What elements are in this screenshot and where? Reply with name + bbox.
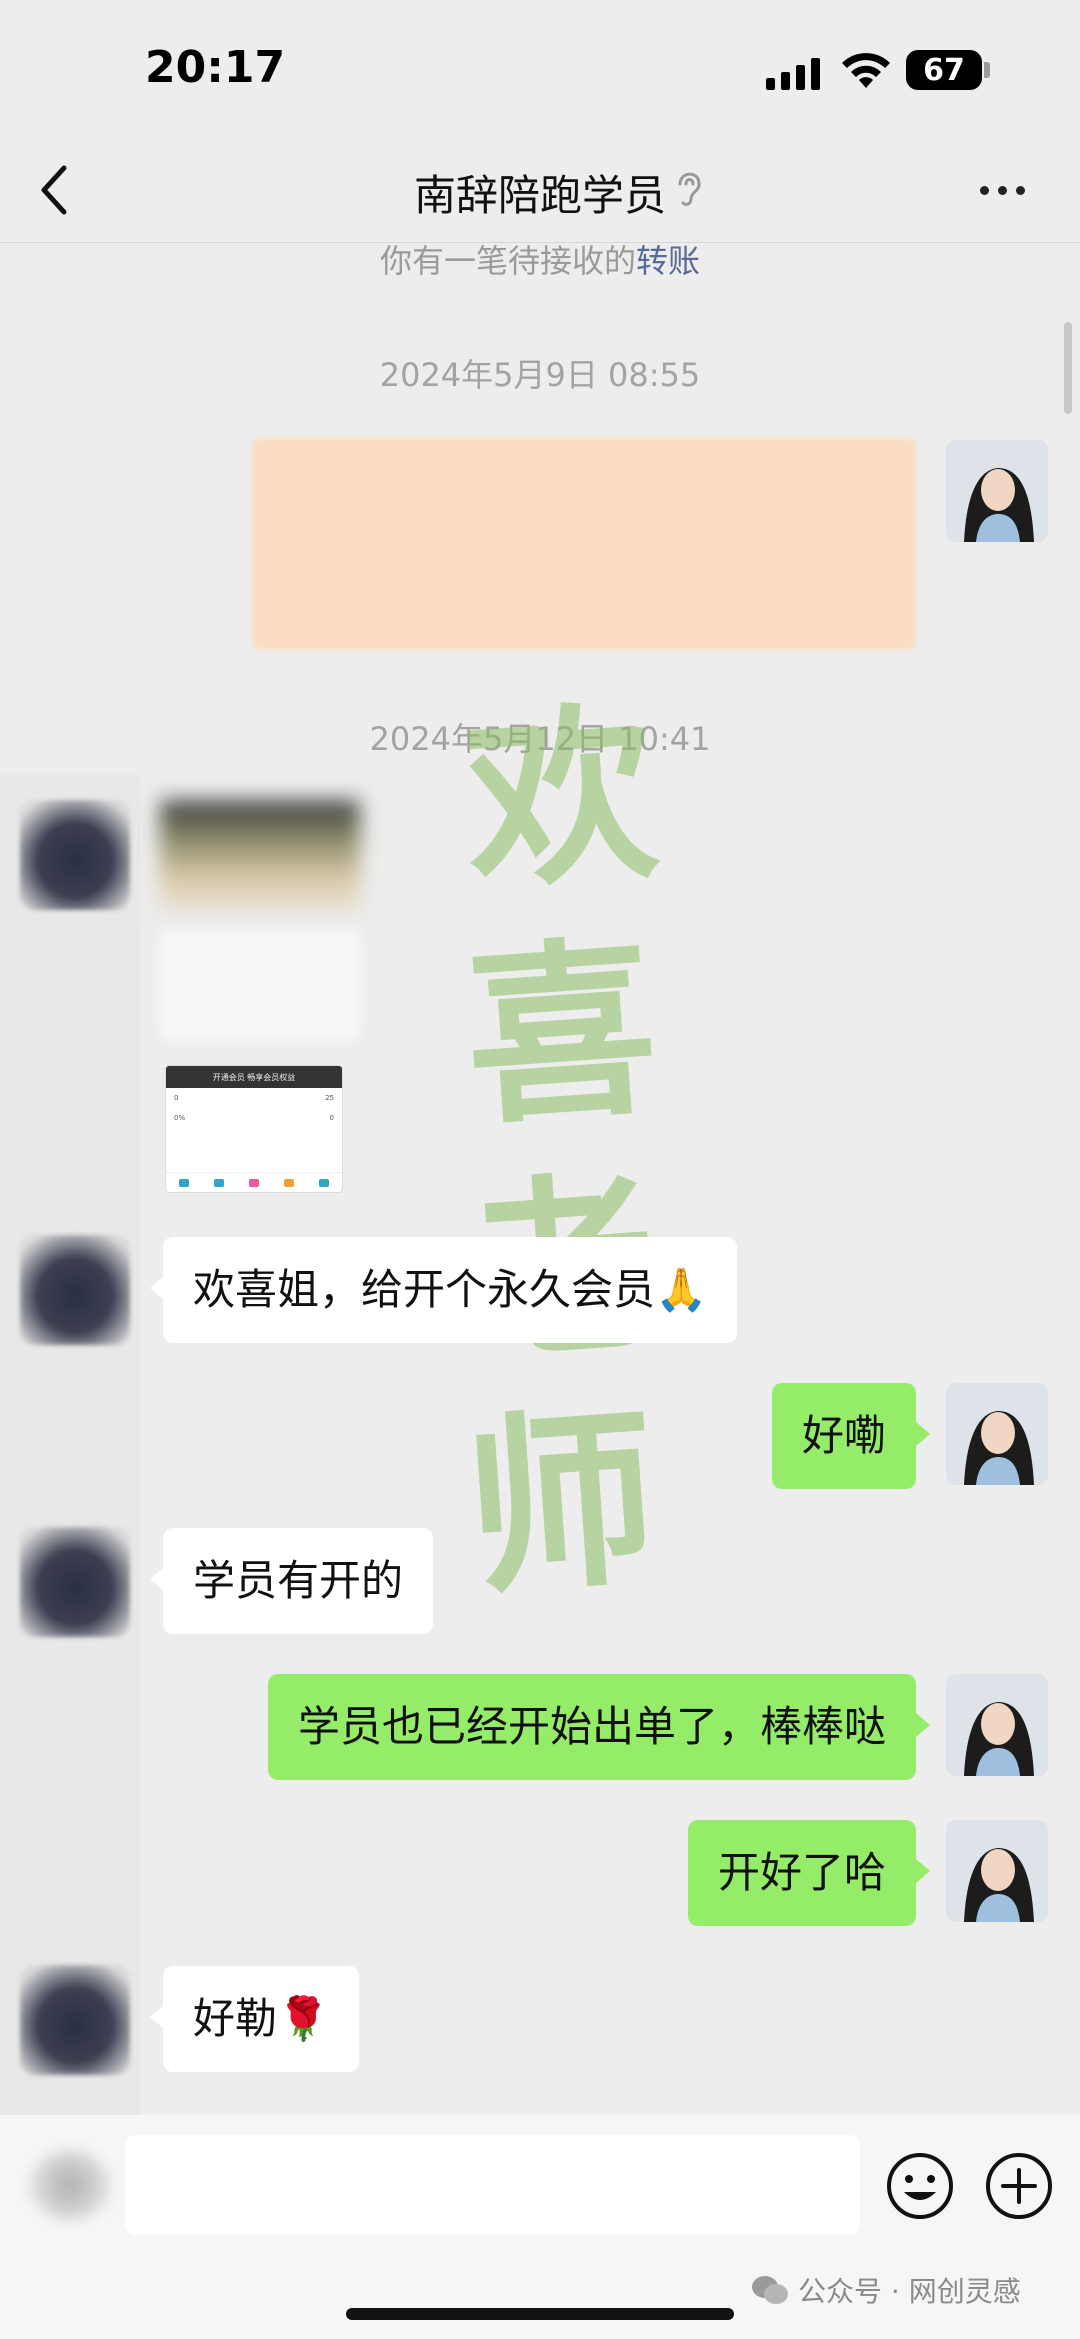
battery-cap — [984, 62, 990, 78]
more-dots-icon[interactable] — [980, 180, 1040, 200]
plus-icon[interactable] — [983, 2150, 1055, 2222]
blurred-image[interactable] — [160, 930, 360, 1040]
footer-watermark-text: 公众号 · 网创灵感 — [798, 2275, 1021, 2308]
my-avatar[interactable] — [946, 1383, 1048, 1485]
message-bubble-incoming[interactable]: 学员有开的 — [163, 1528, 434, 1635]
avatar-portrait — [946, 440, 1048, 542]
contact-avatar[interactable] — [20, 1235, 130, 1345]
mini-screenshot-row: 0% 0 — [166, 1108, 342, 1128]
screenshot-image[interactable]: 开通会员 畅享会员权益 0 25 0% 0 — [165, 1065, 343, 1193]
bubble-tail — [150, 1567, 164, 1591]
my-avatar[interactable] — [946, 440, 1048, 542]
contact-avatar[interactable] — [20, 800, 130, 910]
home-indicator[interactable] — [346, 2308, 734, 2320]
avatar-portrait — [946, 1820, 1048, 1922]
avatar-column — [0, 775, 140, 2120]
mini-screenshot-header: 开通会员 畅享会员权益 — [166, 1066, 342, 1088]
message-bubble-outgoing[interactable]: 学员也已经开始出单了，棒棒哒 — [267, 1674, 916, 1781]
transfer-notice: 你有一笔待接收的转账 — [0, 236, 1080, 282]
bubble-tail — [150, 1276, 164, 1300]
transfer-link[interactable]: 转账 — [636, 242, 700, 280]
avatar-portrait — [946, 1383, 1048, 1485]
my-avatar[interactable] — [946, 1674, 1048, 1776]
avatar-portrait — [946, 1674, 1048, 1776]
bubble-tail — [916, 1713, 930, 1737]
my-avatar[interactable] — [946, 1820, 1048, 1922]
bubble-tail — [150, 2005, 164, 2029]
bubble-tail — [916, 1859, 930, 1883]
blurred-message-card[interactable] — [253, 438, 915, 650]
battery-indicator: 67 — [906, 50, 982, 90]
wechat-icon — [752, 2276, 788, 2304]
timestamp: 2024年5月9日 08:55 — [379, 356, 701, 394]
mini-value: 25 — [325, 1094, 334, 1102]
footer-watermark: 公众号 · 网创灵感 — [750, 2270, 1021, 2310]
cellular-signal-icon — [766, 56, 824, 90]
mini-value: 0 — [174, 1094, 179, 1102]
mini-screenshot-row: 0 25 — [166, 1088, 342, 1108]
bubble-tail — [916, 1422, 930, 1446]
wifi-icon — [842, 53, 890, 88]
ear-icon — [678, 172, 701, 206]
watermark-char: 师 — [458, 1385, 664, 1622]
message-bubble-outgoing[interactable]: 好嘞 — [771, 1383, 916, 1490]
voice-toggle-blurred[interactable] — [30, 2150, 110, 2220]
message-bubble-incoming[interactable]: 好勒🌹 — [163, 1966, 360, 2073]
chat-title: 南辞陪跑学员 — [413, 171, 666, 220]
message-bubble-outgoing[interactable]: 开好了哈 — [687, 1820, 916, 1927]
message-input[interactable] — [125, 2135, 860, 2235]
blurred-image[interactable] — [160, 800, 360, 910]
mini-value: 0% — [174, 1114, 186, 1122]
contact-avatar[interactable] — [20, 1527, 130, 1637]
message-bubble-incoming[interactable]: 欢喜姐，给开个永久会员🙏 — [163, 1237, 738, 1344]
status-time: 20:17 — [145, 42, 286, 93]
emoji-icon[interactable] — [884, 2150, 956, 2222]
mini-value: 0 — [329, 1114, 334, 1122]
mini-nav-bar — [166, 1172, 342, 1192]
transfer-notice-text: 你有一笔待接收的 — [379, 242, 636, 280]
contact-avatar[interactable] — [20, 1965, 130, 2075]
